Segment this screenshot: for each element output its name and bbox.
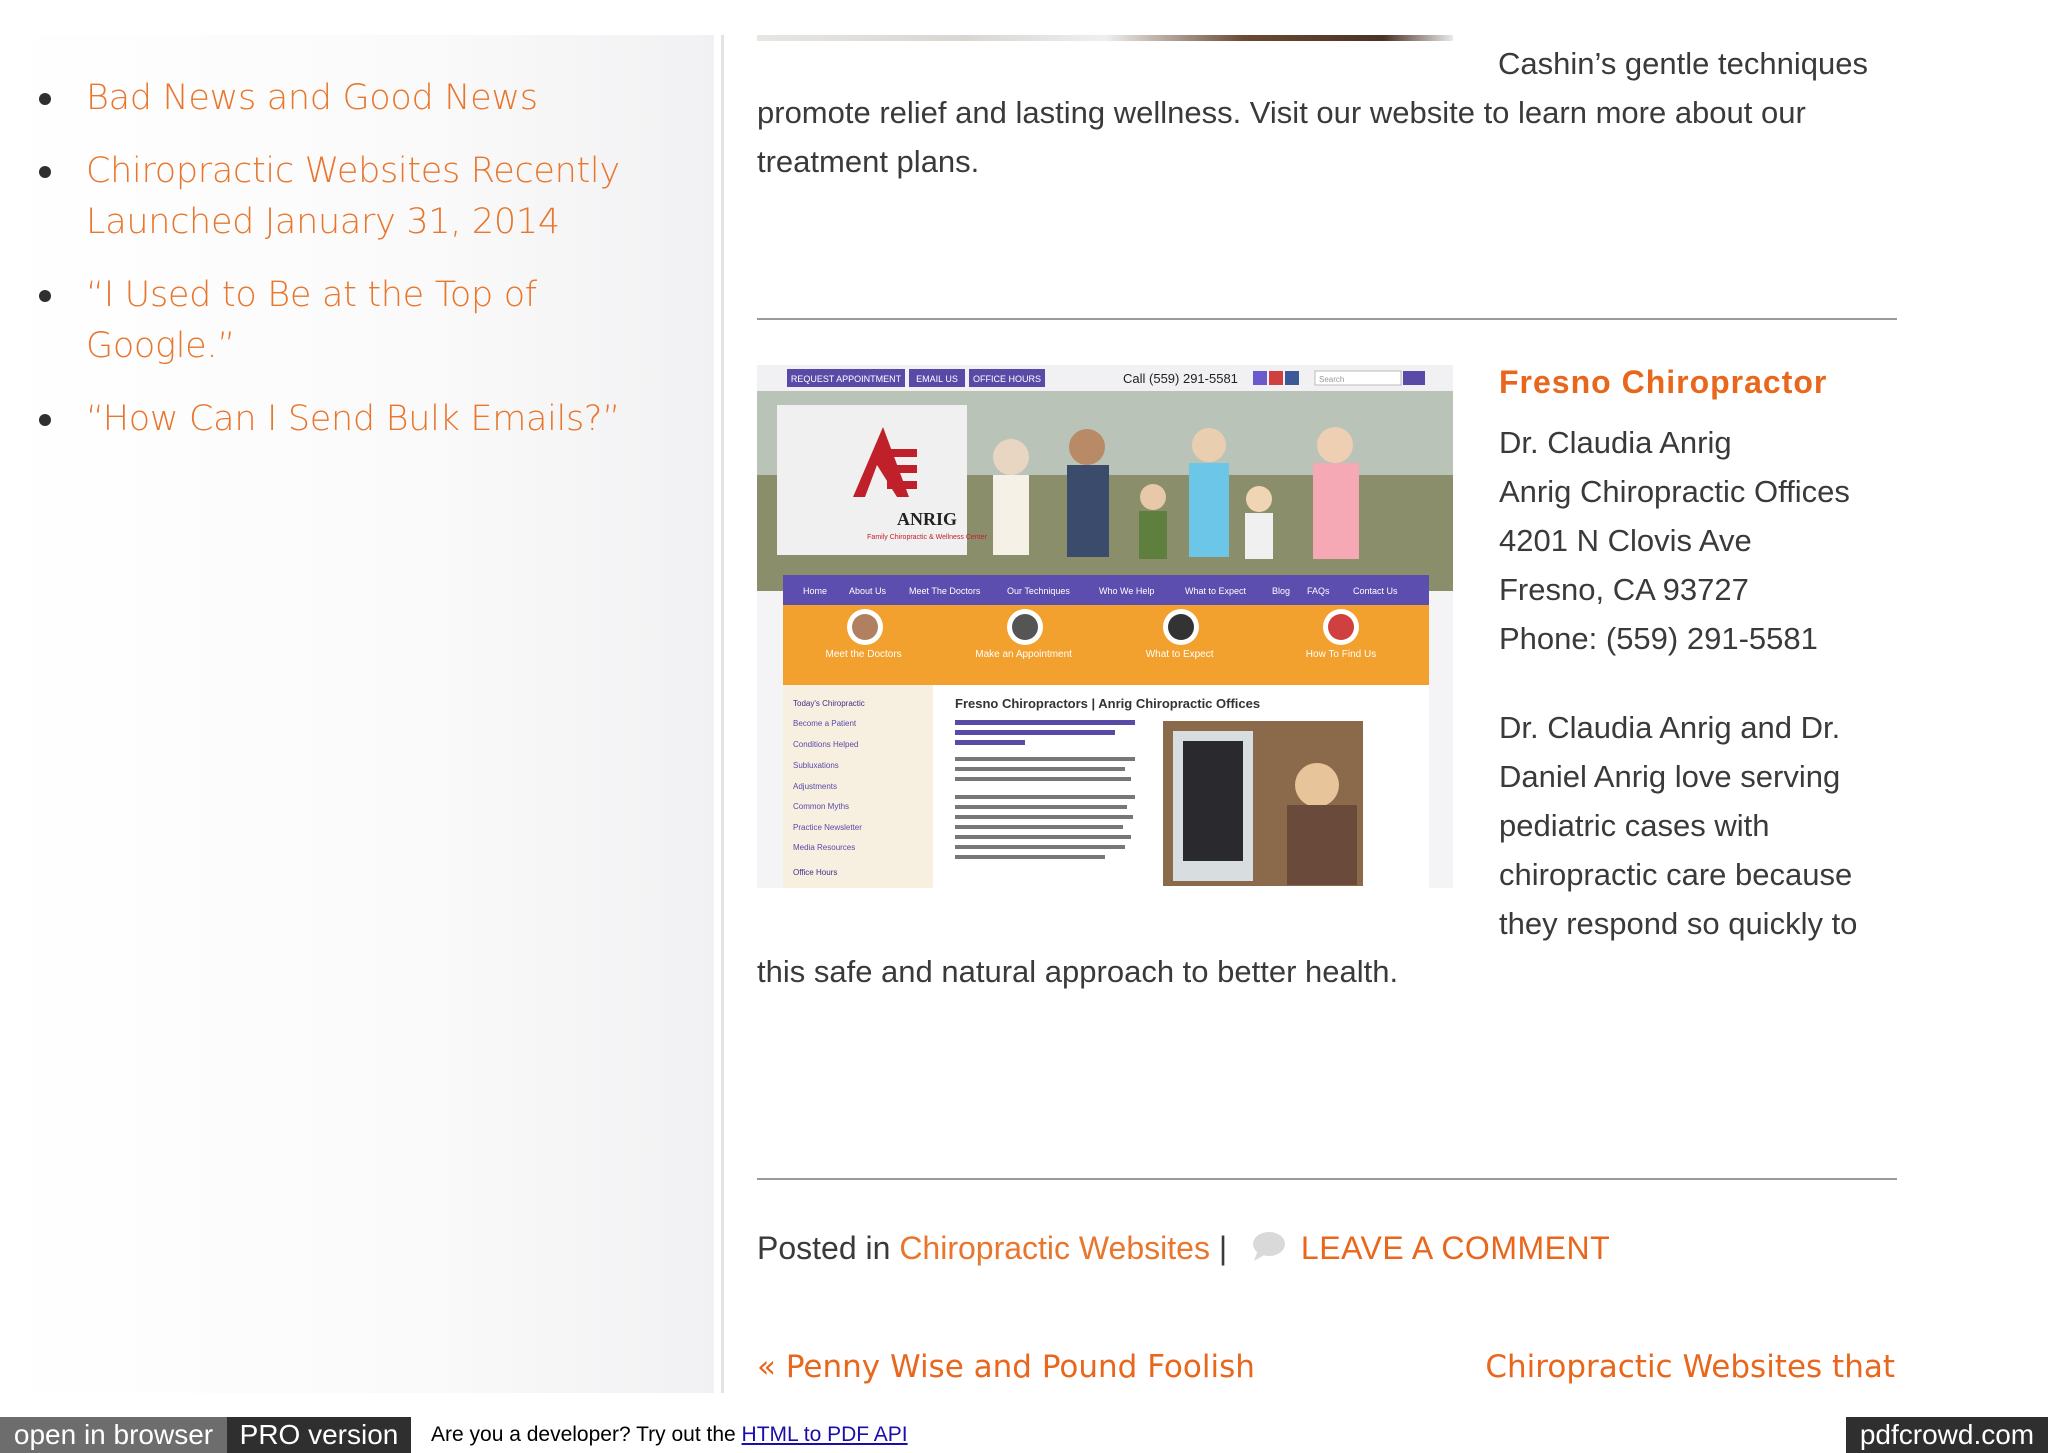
svg-text:Adjustments: Adjustments bbox=[793, 782, 837, 791]
posted-in-label: Posted in bbox=[757, 1230, 891, 1266]
developer-prompt: Are you a developer? Try out the HTML to… bbox=[431, 1417, 908, 1453]
html-to-pdf-api-link[interactable]: HTML to PDF API bbox=[742, 1423, 908, 1446]
svg-text:Today's Chiropractic: Today's Chiropractic bbox=[793, 699, 865, 708]
intro-rest: promote relief and lasting wellness. Vis… bbox=[757, 95, 1806, 179]
svg-text:Subluxations: Subluxations bbox=[793, 761, 839, 770]
entry-address: Dr. Claudia Anrig Anrig Chiropractic Off… bbox=[1499, 418, 1850, 663]
list-item: “How Can I Send Bulk Emails?” bbox=[36, 394, 696, 445]
next-post-link[interactable]: Chiropractic Websites that bbox=[1485, 1342, 1895, 1392]
screenshot-logo-text: ANRIG bbox=[897, 509, 957, 529]
screenshot-nav-item: Home bbox=[803, 586, 827, 596]
sidebar: Bad News and Good News Chiropractic Webs… bbox=[0, 35, 714, 1393]
screenshot-nav-item: Contact Us bbox=[1353, 586, 1398, 596]
svg-text:Common Myths: Common Myths bbox=[793, 802, 849, 811]
city-state-zip: Fresno, CA 93727 bbox=[1499, 572, 1749, 607]
comment-bubble-icon bbox=[1250, 1226, 1286, 1276]
leave-comment-link[interactable]: LEAVE A COMMENT bbox=[1301, 1230, 1610, 1266]
svg-text:Office Hours: Office Hours bbox=[793, 868, 837, 877]
open-in-browser-button[interactable]: open in browser bbox=[0, 1417, 227, 1453]
list-item: “I Used to Be at the Top of Google.” bbox=[36, 270, 696, 372]
screenshot-feature: How To Find Us bbox=[1306, 649, 1376, 660]
divider bbox=[757, 1178, 1897, 1180]
pro-version-button[interactable]: PRO version bbox=[227, 1417, 411, 1453]
screenshot-nav-item: Blog bbox=[1272, 586, 1290, 596]
screenshot-nav-item: FAQs bbox=[1307, 586, 1330, 596]
screenshot-nav-item: Who We Help bbox=[1099, 586, 1154, 596]
recent-posts-list: Bad News and Good News Chiropractic Webs… bbox=[36, 73, 696, 467]
entry-description: Dr. Claudia Anrig and Dr. Daniel Anrig l… bbox=[1499, 710, 1858, 941]
recent-post-link[interactable]: “How Can I Send Bulk Emails?” bbox=[86, 399, 620, 439]
screenshot-nav-item: Meet The Doctors bbox=[909, 586, 981, 596]
pdfcrowd-brand[interactable]: pdfcrowd.com bbox=[1846, 1417, 2048, 1453]
screenshot-feature: What to Expect bbox=[1146, 649, 1214, 660]
doctor-name: Dr. Claudia Anrig bbox=[1499, 425, 1732, 460]
svg-text:Media Resources: Media Resources bbox=[793, 843, 855, 852]
top-strip bbox=[0, 0, 2048, 35]
screenshot-content-heading: Fresno Chiropractors | Anrig Chiropracti… bbox=[955, 696, 1260, 711]
street-address: 4201 N Clovis Ave bbox=[1499, 523, 1752, 558]
screenshot-search: Search bbox=[1319, 375, 1344, 384]
pdf-footer-bar: open in browser PRO version Are you a de… bbox=[0, 1417, 2048, 1453]
previous-post-link[interactable]: « Penny Wise and Pound Foolish bbox=[757, 1342, 1255, 1392]
divider bbox=[757, 318, 1897, 320]
screenshot-logo-sub: Family Chiropractic & Wellness Center bbox=[867, 534, 987, 541]
screenshot-top-button: OFFICE HOURS bbox=[973, 374, 1041, 384]
recent-post-link[interactable]: Chiropractic Websites Recently Launched … bbox=[86, 151, 620, 242]
svg-text:Become a Patient: Become a Patient bbox=[793, 719, 857, 728]
category-link[interactable]: Chiropractic Websites bbox=[899, 1230, 1210, 1266]
recent-post-link[interactable]: Bad News and Good News bbox=[86, 78, 538, 118]
recent-post-link[interactable]: “I Used to Be at the Top of Google.” bbox=[86, 275, 537, 366]
meta-separator: | bbox=[1218, 1230, 1228, 1266]
phone-number: Phone: (559) 291-5581 bbox=[1499, 621, 1818, 656]
entry-title: Fresno Chiropractor bbox=[1499, 364, 1828, 400]
svg-text:Practice Newsletter: Practice Newsletter bbox=[793, 823, 862, 832]
screenshot-feature: Make an Appointment bbox=[975, 649, 1072, 660]
intro-first-line: Cashin’s gentle techniques bbox=[1498, 46, 1868, 81]
screenshot-nav-item: About Us bbox=[849, 586, 887, 596]
sidebar-divider bbox=[721, 35, 724, 1393]
developer-prompt-text: Are you a developer? Try out the bbox=[431, 1423, 736, 1446]
svg-text:Conditions Helped: Conditions Helped bbox=[793, 740, 858, 749]
list-item: Chiropractic Websites Recently Launched … bbox=[36, 146, 696, 248]
website-screenshot[interactable]: REQUEST APPOINTMENT EMAIL US OFFICE HOUR… bbox=[757, 365, 1453, 888]
screenshot-top-button: EMAIL US bbox=[916, 374, 958, 384]
entry-description-tail: this safe and natural approach to better… bbox=[757, 954, 1399, 989]
practice-name: Anrig Chiropractic Offices bbox=[1499, 474, 1850, 509]
screenshot-nav-item: Our Techniques bbox=[1007, 586, 1070, 596]
screenshot-feature: Meet the Doctors bbox=[826, 649, 902, 660]
screenshot-phone: Call (559) 291-5581 bbox=[1123, 371, 1238, 386]
list-item: Bad News and Good News bbox=[36, 73, 696, 124]
intro-paragraph: Cashin’s gentle techniques promote relie… bbox=[757, 39, 1897, 186]
screenshot-nav-item: What to Expect bbox=[1185, 586, 1247, 596]
screenshot-top-button: REQUEST APPOINTMENT bbox=[791, 374, 902, 384]
post-meta: Posted in Chiropractic Websites | LEAVE … bbox=[757, 1223, 1610, 1276]
